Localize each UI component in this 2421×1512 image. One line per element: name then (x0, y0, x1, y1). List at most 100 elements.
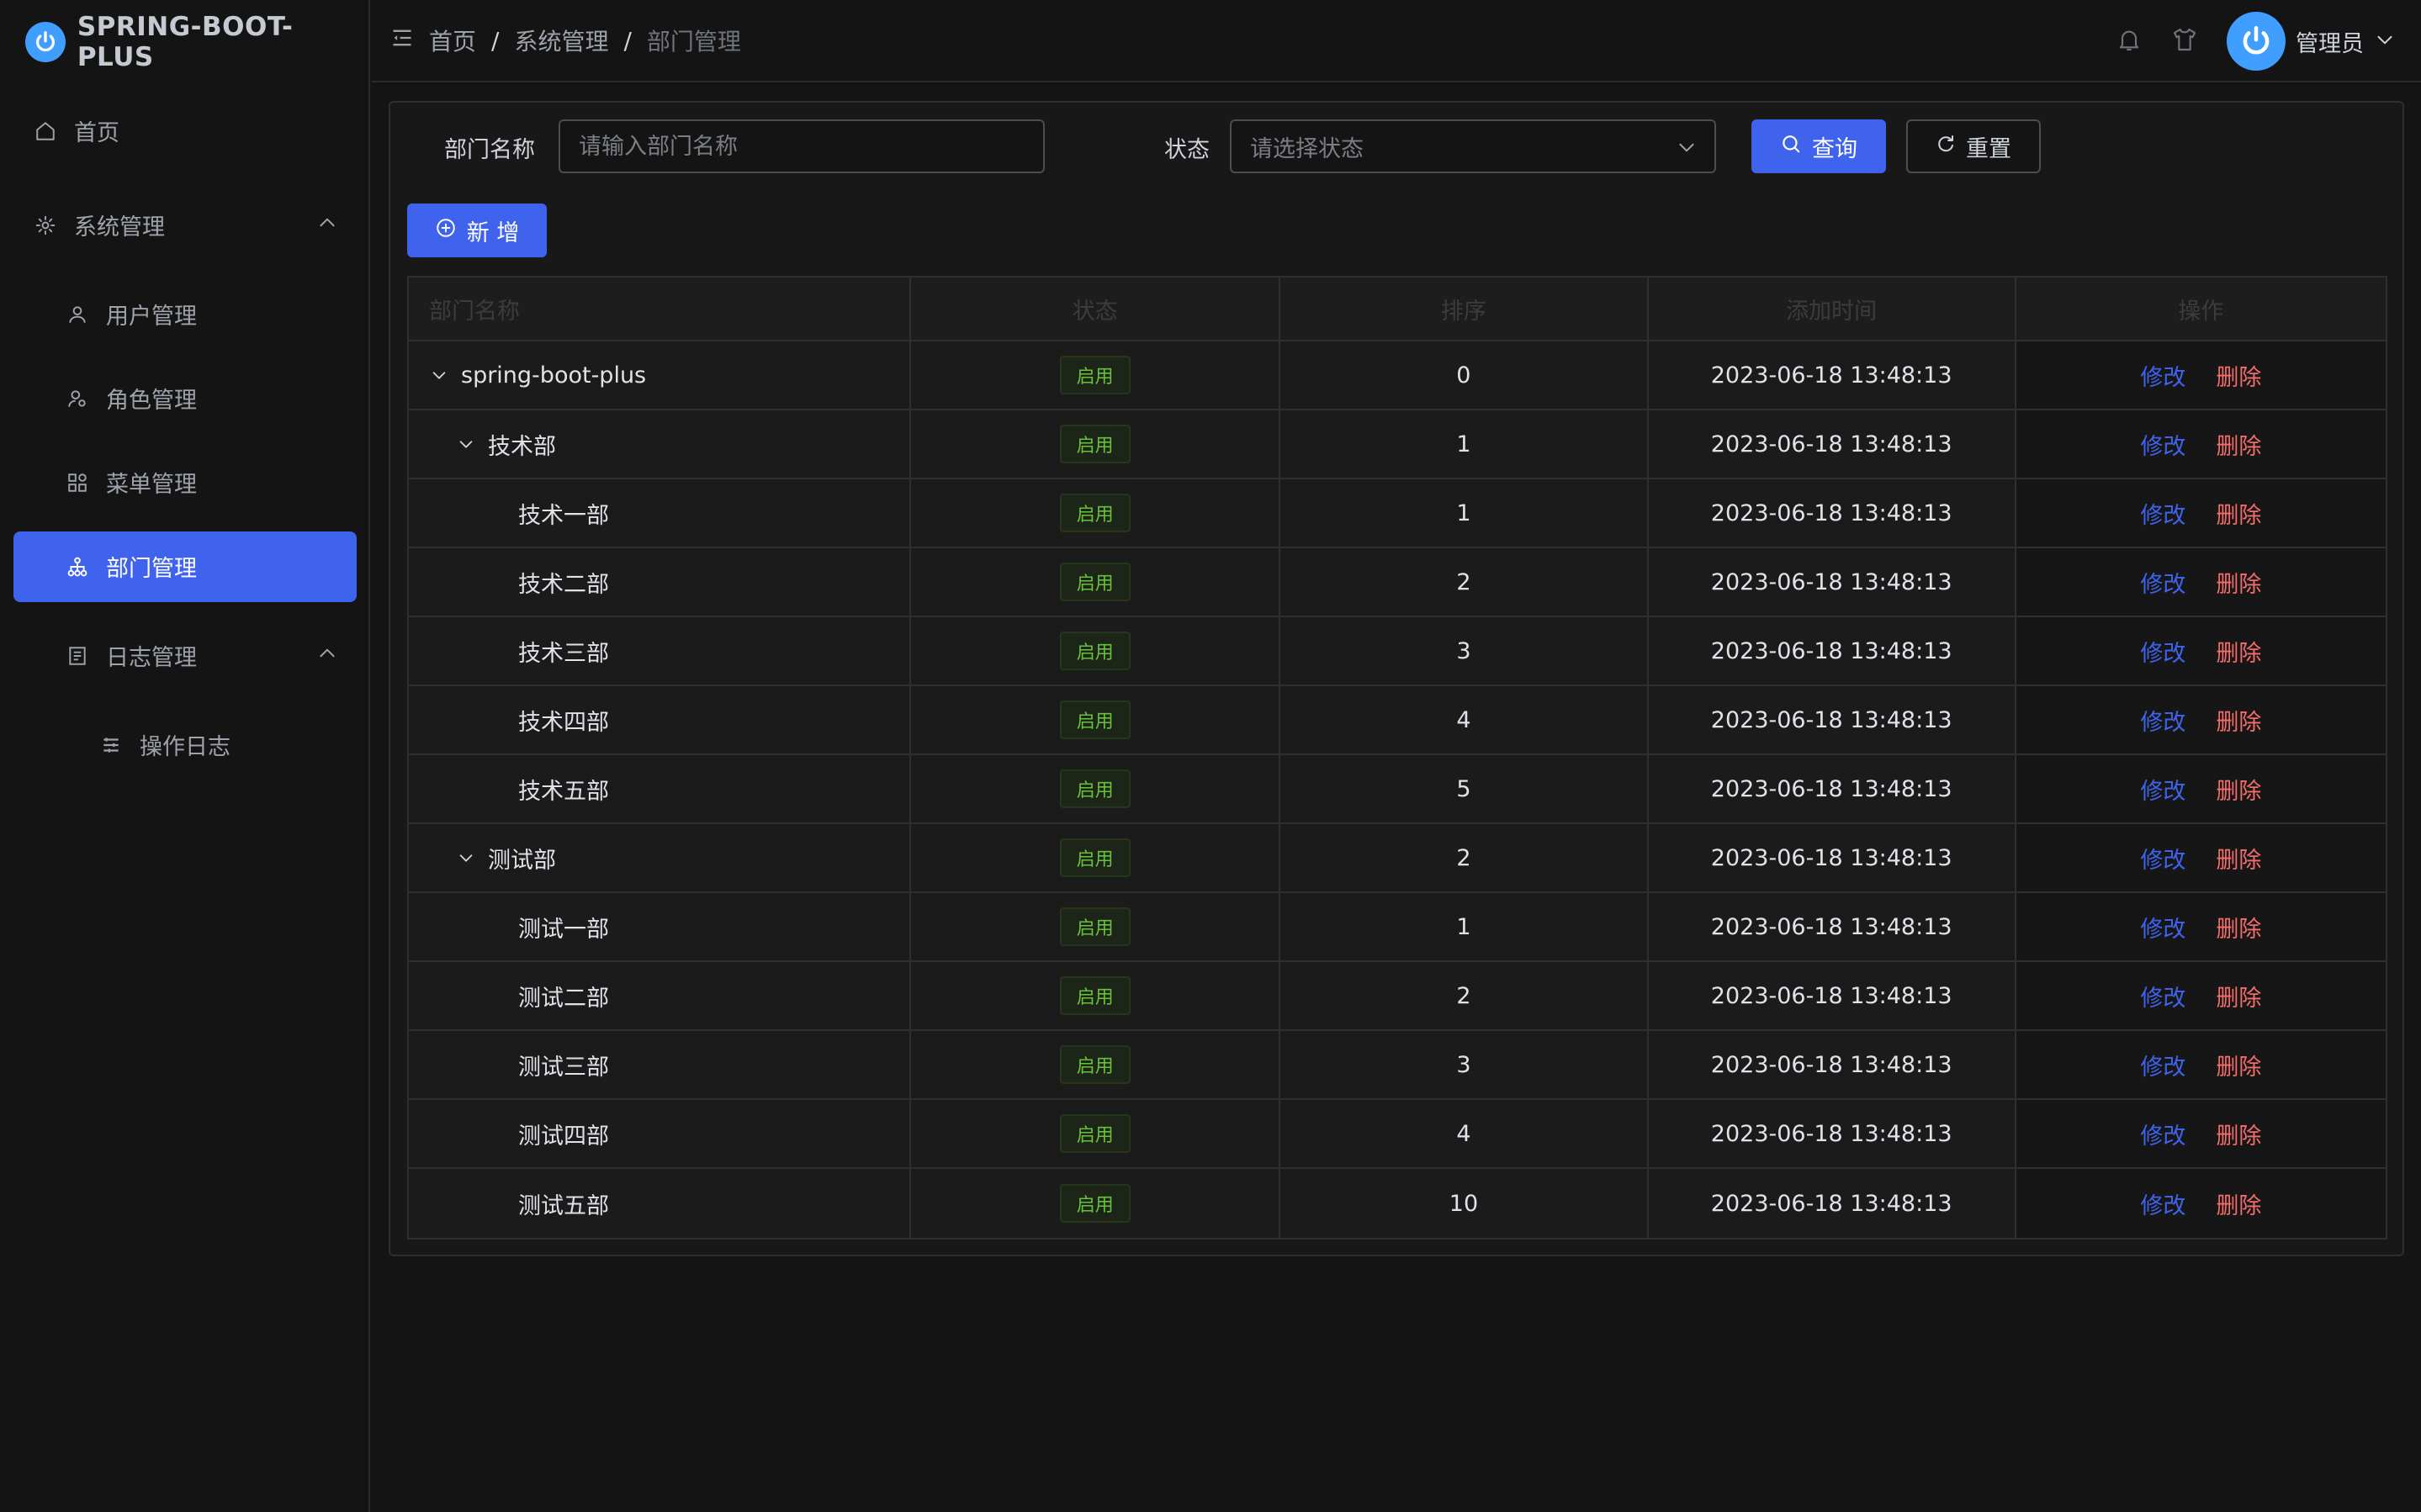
search-button[interactable]: 查询 (1751, 119, 1886, 173)
edit-link[interactable]: 修改 (2140, 704, 2185, 737)
delete-link[interactable]: 删除 (2216, 359, 2261, 392)
edit-link[interactable]: 修改 (2140, 842, 2185, 875)
dept-name-label: 部门名称 (444, 137, 535, 163)
delete-link[interactable]: 删除 (2216, 635, 2261, 668)
dept-name-cell: 技术五部 (409, 755, 912, 822)
sort-cell: 4 (1280, 686, 1649, 753)
sidebar-item-system[interactable]: 系统管理 (34, 209, 338, 241)
user-name: 管理员 (2296, 30, 2364, 57)
dept-name: 测试一部 (518, 916, 609, 943)
edit-link[interactable]: 修改 (2140, 497, 2185, 530)
delete-link[interactable]: 删除 (2216, 704, 2261, 737)
status-select[interactable]: 请选择状态 (1230, 119, 1716, 173)
delete-link[interactable]: 删除 (2216, 1049, 2261, 1081)
sort-cell: 3 (1280, 617, 1649, 685)
status-badge: 启用 (1059, 976, 1131, 1015)
sidebar-item-operation-log[interactable]: 操作日志 (99, 728, 230, 761)
document-icon (66, 644, 89, 668)
home-icon (34, 119, 57, 143)
sidebar-item-label: 日志管理 (106, 645, 197, 671)
actions-cell: 修改 删除 (2016, 686, 2386, 753)
breadcrumb-home[interactable]: 首页 (429, 24, 476, 57)
sidebar-item-logs[interactable]: 日志管理 (66, 639, 338, 672)
refresh-icon (1936, 134, 1956, 160)
edit-link[interactable]: 修改 (2140, 566, 2185, 599)
breadcrumb-separator: / (623, 26, 632, 55)
edit-link[interactable]: 修改 (2140, 911, 2185, 944)
add-department-button[interactable]: 新 增 (407, 204, 547, 257)
status-badge: 启用 (1059, 700, 1131, 739)
edit-link[interactable]: 修改 (2140, 1118, 2185, 1150)
power-logo-icon (25, 22, 66, 62)
status-badge: 启用 (1059, 907, 1131, 946)
delete-link[interactable]: 删除 (2216, 1187, 2261, 1220)
status-cell: 启用 (911, 962, 1281, 1029)
sort-cell: 1 (1280, 410, 1649, 478)
delete-link[interactable]: 删除 (2216, 773, 2261, 806)
dept-name-input[interactable] (559, 119, 1045, 173)
sort-cell: 2 (1280, 962, 1649, 1029)
delete-link[interactable]: 删除 (2216, 911, 2261, 944)
shirt-icon[interactable] (2171, 26, 2198, 56)
chevron-down-icon[interactable] (456, 848, 476, 868)
breadcrumb-system[interactable]: 系统管理 (514, 24, 608, 57)
menu-fold-icon[interactable] (390, 26, 414, 56)
logo[interactable]: SPRING-BOOT-PLUS (25, 12, 368, 72)
edit-link[interactable]: 修改 (2140, 1187, 2185, 1220)
table-row: spring-boot-plus 启用 0 2023-06-18 13:48:1… (409, 341, 2386, 410)
reset-button[interactable]: 重置 (1906, 119, 2041, 173)
status-badge: 启用 (1059, 769, 1131, 808)
sidebar-item-users[interactable]: 用户管理 (66, 298, 197, 330)
created-time-cell: 2023-06-18 13:48:13 (1648, 479, 2016, 547)
chevron-down-icon[interactable] (429, 365, 449, 385)
logo-text: SPRING-BOOT-PLUS (77, 12, 294, 72)
plus-circle-icon (435, 217, 457, 245)
sidebar-item-menus[interactable]: 菜单管理 (66, 466, 197, 499)
edit-link[interactable]: 修改 (2140, 635, 2185, 668)
table-row: 技术五部 启用 5 2023-06-18 13:48:13 修改 删除 (409, 755, 2386, 824)
delete-link[interactable]: 删除 (2216, 497, 2261, 530)
edit-link[interactable]: 修改 (2140, 359, 2185, 392)
edit-link[interactable]: 修改 (2140, 428, 2185, 461)
dept-name-cell: 测试部 (409, 824, 912, 891)
delete-link[interactable]: 删除 (2216, 980, 2261, 1012)
grid-icon (66, 471, 89, 494)
table-row: 测试部 启用 2 2023-06-18 13:48:13 修改 删除 (409, 824, 2386, 893)
sidebar-item-home[interactable]: 首页 (34, 114, 119, 147)
chevron-up-icon (316, 642, 338, 670)
dept-name: 技术二部 (518, 571, 609, 598)
user-menu[interactable]: 管理员 (2227, 12, 2396, 71)
delete-link[interactable]: 删除 (2216, 842, 2261, 875)
bell-icon[interactable] (2116, 26, 2143, 56)
actions-cell: 修改 删除 (2016, 479, 2386, 547)
sidebar-item-roles[interactable]: 角色管理 (66, 382, 197, 415)
edit-link[interactable]: 修改 (2140, 980, 2185, 1012)
dept-name: 技术一部 (518, 502, 609, 529)
chevron-up-icon (316, 212, 338, 240)
sort-cell: 10 (1280, 1169, 1649, 1238)
chevron-down-icon[interactable] (456, 434, 476, 454)
delete-link[interactable]: 删除 (2216, 566, 2261, 599)
edit-link[interactable]: 修改 (2140, 773, 2185, 806)
status-badge: 启用 (1059, 632, 1131, 670)
table-row: 技术三部 启用 3 2023-06-18 13:48:13 修改 删除 (409, 617, 2386, 686)
table-header: 部门名称 状态 排序 添加时间 操作 (409, 278, 2386, 341)
dept-name-cell: 测试五部 (409, 1169, 912, 1238)
table-body: spring-boot-plus 启用 0 2023-06-18 13:48:1… (409, 341, 2386, 1238)
reset-button-label: 重置 (1966, 135, 2011, 162)
table-row: 技术一部 启用 1 2023-06-18 13:48:13 修改 删除 (409, 479, 2386, 548)
sidebar: SPRING-BOOT-PLUS 首页 系统管理 用户管理 角色管理 菜单管理 (0, 0, 370, 1512)
status-cell: 启用 (911, 1169, 1281, 1238)
breadcrumb-separator: / (491, 26, 500, 55)
dept-name-cell: 测试一部 (409, 893, 912, 960)
sidebar-item-departments[interactable]: 部门管理 (66, 550, 197, 583)
edit-link[interactable]: 修改 (2140, 1049, 2185, 1081)
table-row: 测试四部 启用 4 2023-06-18 13:48:13 修改 删除 (409, 1100, 2386, 1169)
dept-name: 技术部 (488, 433, 556, 460)
actions-cell: 修改 删除 (2016, 1100, 2386, 1167)
delete-link[interactable]: 删除 (2216, 428, 2261, 461)
header-actions: 管理员 (2116, 12, 2396, 71)
created-time-cell: 2023-06-18 13:48:13 (1648, 755, 2016, 822)
delete-link[interactable]: 删除 (2216, 1118, 2261, 1150)
column-header: 状态 (911, 278, 1281, 340)
